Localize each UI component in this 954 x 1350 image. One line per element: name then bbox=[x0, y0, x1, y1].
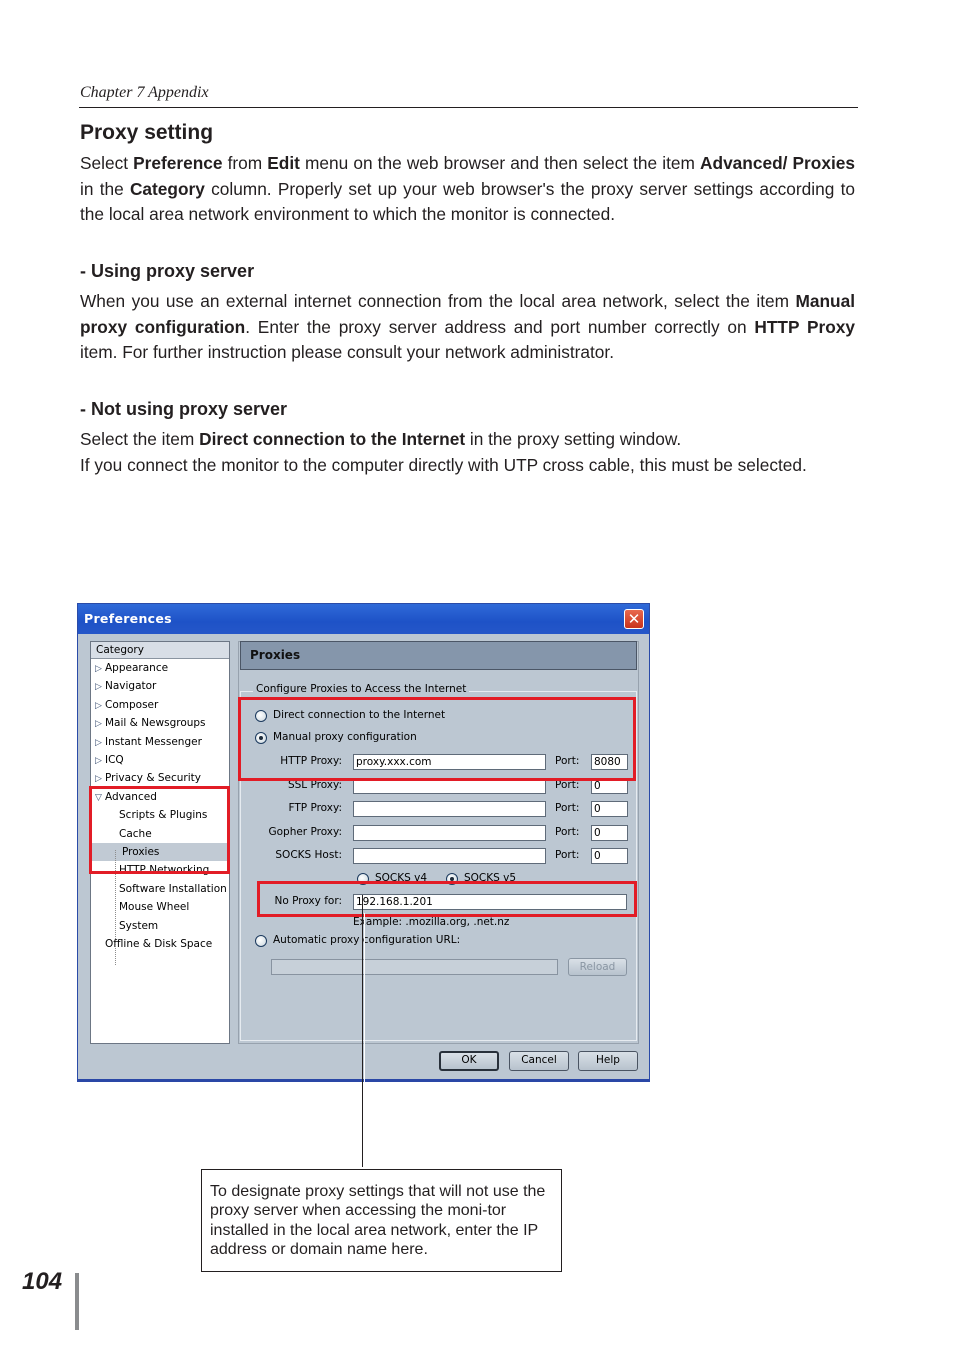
close-button[interactable]: ✕ bbox=[624, 609, 644, 629]
expand-triangle-icon[interactable]: ▷ bbox=[95, 715, 105, 733]
callout-box: To designate proxy settings that will no… bbox=[201, 1169, 562, 1272]
category-item[interactable]: ▷ Composer bbox=[95, 696, 158, 714]
text-run: item. For further instruction please con… bbox=[80, 342, 615, 362]
text-run: in the bbox=[80, 178, 130, 199]
page-number-bar bbox=[75, 1273, 79, 1330]
using-proxy-heading: - Using proxy server bbox=[80, 261, 255, 281]
auto-proxy-url-input[interactable] bbox=[271, 959, 558, 975]
category-item[interactable]: ▷ Privacy & Security bbox=[95, 769, 201, 787]
bold-term: Category bbox=[129, 178, 205, 199]
category-label: Mail & Newsgroups bbox=[105, 717, 206, 730]
cancel-button[interactable]: Cancel bbox=[509, 1051, 569, 1071]
bold-term: Advanced/ Proxies bbox=[700, 153, 855, 173]
category-label: Privacy & Security bbox=[105, 772, 201, 785]
proxy-host-input[interactable] bbox=[353, 824, 546, 841]
section-title: Proxy setting bbox=[80, 121, 214, 144]
text-run: When you use an external internet connec… bbox=[80, 291, 796, 311]
category-item-offline[interactable]: Offline & Disk Space bbox=[105, 935, 212, 953]
not-using-proxy-note: If you connect the monitor to the comput… bbox=[80, 455, 807, 475]
dialog-title: Preferences bbox=[84, 611, 172, 626]
header-rule bbox=[79, 107, 858, 108]
group-label: Configure Proxies to Access the Internet bbox=[253, 683, 470, 695]
text-run: Select the item bbox=[80, 429, 200, 449]
bold-term: Direct connection to the Internet bbox=[199, 429, 466, 449]
proxy-host-input[interactable] bbox=[353, 848, 546, 864]
category-label: Appearance bbox=[105, 662, 169, 674]
not-using-proxy-heading: - Not using proxy server bbox=[80, 399, 288, 419]
expand-triangle-icon[interactable]: ▷ bbox=[95, 752, 105, 770]
close-icon: ✕ bbox=[627, 610, 641, 628]
not-using-proxy-paragraph: Select the item Direct connection to the… bbox=[80, 427, 855, 453]
proxy-host-input[interactable] bbox=[353, 801, 546, 817]
bold-term: Preference bbox=[133, 153, 223, 173]
dialog-titlebar[interactable]: Preferences ✕ bbox=[78, 604, 649, 634]
port-label: Port: bbox=[555, 825, 580, 838]
category-label: Instant Messenger bbox=[105, 735, 202, 748]
subcategory-item[interactable]: Mouse Wheel bbox=[119, 898, 189, 916]
auto-proxy-label: Automatic proxy configuration URL: bbox=[273, 934, 461, 946]
callout-leader-line bbox=[362, 895, 363, 1167]
text-run: Select bbox=[80, 153, 134, 173]
category-item[interactable]: ▷ Navigator bbox=[95, 677, 156, 695]
help-button[interactable]: Help bbox=[578, 1051, 638, 1071]
callout-leader-highlight bbox=[364, 913, 365, 1083]
proxy-label: FTP Proxy: bbox=[288, 802, 342, 814]
port-label: Port: bbox=[555, 849, 580, 861]
using-proxy-paragraph: When you use an external internet connec… bbox=[80, 289, 855, 366]
text-run: . Enter the proxy server address and por… bbox=[245, 316, 755, 337]
expand-triangle-icon[interactable]: ▷ bbox=[95, 678, 105, 696]
category-header[interactable]: Category bbox=[91, 642, 229, 659]
manual-proxy-highlight bbox=[238, 697, 636, 781]
category-item[interactable]: ▷ Instant Messenger bbox=[95, 733, 202, 751]
category-label: ICQ bbox=[105, 754, 124, 766]
no-proxy-highlight bbox=[257, 881, 637, 917]
auto-proxy-radio[interactable] bbox=[255, 935, 267, 947]
port-input[interactable]: 0 bbox=[591, 824, 628, 841]
proxy-label: SOCKS Host: bbox=[275, 849, 342, 861]
proxy-label: Gopher Proxy: bbox=[268, 825, 342, 838]
port-input[interactable]: 0 bbox=[591, 801, 628, 817]
intro-paragraph: Select Preference from Edit menu on the … bbox=[80, 151, 855, 228]
category-label: Navigator bbox=[105, 680, 157, 693]
reload-button[interactable]: Reload bbox=[568, 958, 627, 976]
category-label: Composer bbox=[105, 698, 159, 711]
expand-triangle-icon[interactable]: ▷ bbox=[95, 660, 105, 678]
category-item[interactable]: ▷ Mail & Newsgroups bbox=[95, 714, 206, 732]
bold-term: HTTP Proxy bbox=[754, 316, 855, 337]
subcategory-item[interactable]: System bbox=[119, 917, 158, 935]
proxies-category-highlight bbox=[89, 786, 230, 874]
text-run: in the proxy setting window. bbox=[465, 429, 682, 449]
expand-triangle-icon[interactable]: ▷ bbox=[95, 697, 105, 715]
port-label: Port: bbox=[555, 802, 580, 814]
category-item[interactable]: ▷ ICQ bbox=[95, 751, 124, 769]
chapter-header: Chapter 7 Appendix bbox=[80, 84, 209, 101]
subcategory-item[interactable]: Software Installation bbox=[119, 880, 227, 898]
port-input[interactable]: 0 bbox=[591, 848, 628, 864]
no-proxy-example: Example: .mozilla.org, .net.nz bbox=[353, 916, 510, 928]
panel-title: Proxies bbox=[240, 641, 637, 670]
ok-button[interactable]: OK bbox=[439, 1051, 499, 1071]
text-run: from bbox=[222, 153, 268, 173]
expand-triangle-icon[interactable]: ▷ bbox=[95, 734, 105, 752]
text-run: menu on the web browser and then select … bbox=[299, 153, 701, 173]
bold-term: Edit bbox=[267, 153, 300, 173]
category-item[interactable]: ▷ Appearance bbox=[95, 659, 168, 677]
page-number: 104 bbox=[22, 1268, 63, 1295]
